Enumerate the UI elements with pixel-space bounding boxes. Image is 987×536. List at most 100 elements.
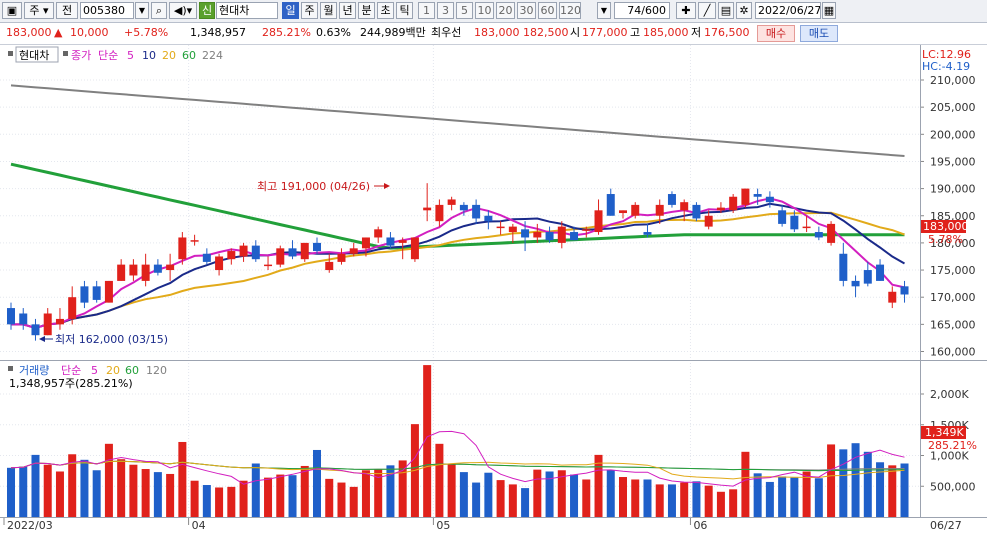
save-icon[interactable]: ▤ [718, 2, 734, 19]
buy-button[interactable]: 매수 [757, 25, 795, 42]
speaker-icon[interactable]: ◀)▾ [169, 2, 197, 19]
interval-tab[interactable]: 1 [418, 2, 435, 19]
volume-bar [680, 482, 689, 517]
volume-bar [80, 459, 89, 517]
interval-dropdown-icon[interactable]: ▼ [597, 2, 611, 19]
volume-bar [190, 480, 199, 517]
stock-chart[interactable]: 160,000165,000170,000175,000180,000185,0… [0, 45, 987, 536]
volume-legend-ma5: 5 [91, 364, 98, 377]
search-icon[interactable]: ⌕ [151, 2, 167, 19]
candle-body [876, 264, 885, 281]
period-tab[interactable]: 초 [377, 2, 394, 19]
candle-body [680, 202, 689, 211]
volume-pct: 285.21% [262, 26, 311, 39]
volume-tick-label: 2,000K [930, 388, 969, 401]
volume-bar [166, 473, 175, 517]
stock-name-field[interactable]: 현대차 [216, 2, 278, 19]
volume-bar [264, 477, 273, 517]
candle-body [851, 280, 860, 287]
high-label: 고 [630, 26, 641, 39]
period-tab[interactable]: 월 [320, 2, 337, 19]
candle-body [447, 199, 456, 205]
candle-body [117, 264, 126, 281]
volume-bar [55, 471, 64, 517]
legend-stock-name: 현대차 [19, 49, 49, 62]
candle-body [410, 237, 419, 260]
current-price: 183,000 [6, 26, 52, 39]
candle-body [264, 264, 273, 267]
candle-body [423, 207, 432, 211]
volume-current-value: 1,348,957주(285.21%) [9, 377, 133, 390]
candle-body [19, 313, 28, 325]
volume-bar [313, 449, 321, 517]
high-annotation: 최고 191,000 (04/26) [257, 180, 370, 193]
price-tick-label: 165,000 [930, 318, 976, 331]
candle-body [557, 226, 566, 243]
stock-code-input[interactable]: 005380 [80, 2, 134, 19]
interval-tab[interactable]: 5 [456, 2, 473, 19]
interval-tab[interactable]: 30 [517, 2, 536, 19]
period-tab[interactable]: 틱 [396, 2, 413, 19]
time-tick-label: 05 [436, 519, 450, 532]
interval-tab[interactable]: 60 [538, 2, 557, 19]
sell-button[interactable]: 매도 [800, 25, 838, 42]
price-tick-label: 200,000 [930, 128, 976, 141]
legend-ma10: 10 [142, 49, 156, 62]
volume-pane-handle-icon[interactable] [8, 366, 13, 371]
price-info-bar: 183,000 ▲ 10,000 +5.78% 1,348,957 285.21… [0, 23, 987, 45]
up-arrow-icon: ▲ [54, 26, 63, 39]
volume-bar [178, 441, 187, 517]
price-tick-label: 190,000 [930, 183, 976, 196]
volume-bar [631, 479, 640, 517]
period-tab[interactable]: 주 [301, 2, 318, 19]
volume-bar [888, 465, 897, 517]
period-tab[interactable]: 분 [358, 2, 375, 19]
interval-tab[interactable]: 120 [559, 2, 581, 19]
code-dropdown-icon[interactable]: ▼ [135, 2, 149, 19]
candle-body [239, 245, 248, 257]
volume-bar [729, 489, 738, 517]
price-tick-label: 205,000 [930, 101, 976, 114]
candle-body [288, 248, 297, 257]
candle-body [92, 286, 101, 300]
tool-icon[interactable]: ✚ [676, 2, 696, 19]
interval-tab[interactable]: 10 [475, 2, 494, 19]
new-badge: 신 [199, 2, 215, 19]
volume-bar [716, 491, 725, 517]
legend-ma60: 60 [182, 49, 196, 62]
volume-bar [521, 488, 530, 517]
volume-bar [459, 472, 468, 517]
candle-body [765, 196, 774, 203]
volume-current-pct: 285.21% [928, 439, 977, 452]
volume-legend-ma60: 60 [125, 364, 139, 377]
volume-bar [765, 481, 774, 517]
candle-body [361, 237, 370, 249]
gear-icon[interactable]: ✲ [736, 2, 752, 19]
volume-bar [117, 459, 126, 517]
volume-current-tag-label: 1,349K [925, 426, 964, 439]
window-icon[interactable]: ▣ [2, 2, 22, 19]
calendar-icon[interactable]: ▦ [822, 2, 836, 19]
volume-bar [839, 449, 848, 517]
interval-tab[interactable]: 3 [437, 2, 454, 19]
candle-body [594, 210, 603, 233]
candle-body [472, 204, 481, 219]
interval-tab[interactable]: 20 [496, 2, 515, 19]
candle-body [374, 229, 383, 238]
volume-bar [104, 443, 113, 517]
price-tick-label: 170,000 [930, 291, 976, 304]
period-tab[interactable]: 년 [339, 2, 356, 19]
pane-handle-icon[interactable] [8, 51, 13, 56]
candle-body [888, 291, 897, 303]
prev-button[interactable]: 전 [56, 2, 78, 19]
market-select[interactable]: 주 ▾ [24, 2, 54, 19]
time-tick-label: 04 [192, 519, 206, 532]
current-pct-label: 5.78% [928, 233, 963, 246]
data-count-field[interactable]: 74/600 [614, 2, 670, 19]
period-tab[interactable]: 일 [282, 2, 299, 19]
candle-body [570, 232, 579, 241]
draw-icon[interactable]: ╱ [698, 2, 716, 19]
date-field[interactable]: 2022/06/27 [755, 2, 821, 19]
time-tick-label: 06 [693, 519, 707, 532]
volume-bar [814, 478, 823, 517]
